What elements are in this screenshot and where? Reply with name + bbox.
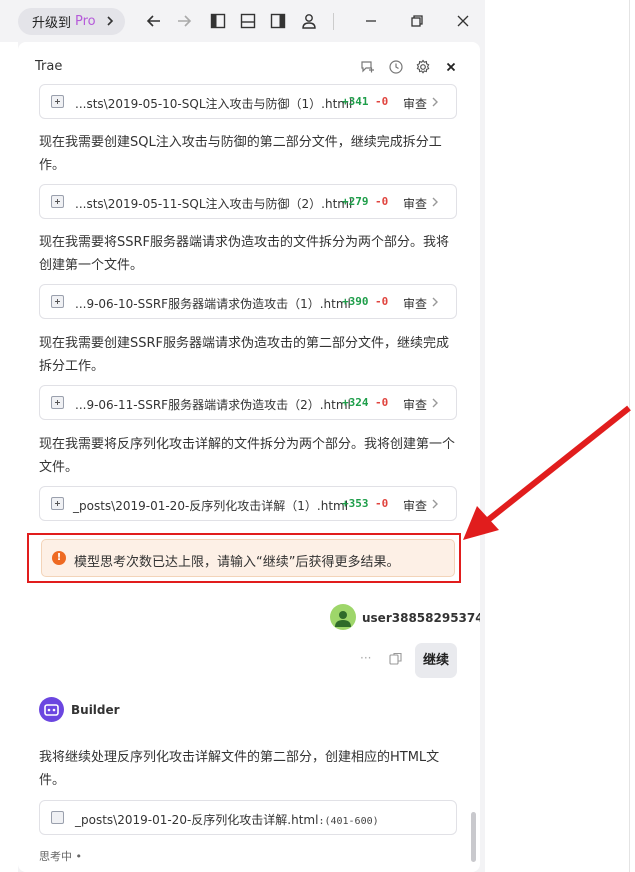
file-name: ...sts\2019-05-11-SQL注入攻击与防御（2）.html <box>75 197 353 211</box>
more-options-icon[interactable]: ··· <box>360 651 371 665</box>
history-icon[interactable] <box>388 59 404 75</box>
chevron-right-icon <box>432 197 438 207</box>
review-button[interactable]: 审查 <box>403 396 427 413</box>
lines-added: +341 <box>342 95 369 108</box>
review-button[interactable]: 审查 <box>403 95 427 112</box>
builder-name: Builder <box>71 703 120 717</box>
chevron-right-icon <box>432 97 438 107</box>
lines-added: +353 <box>342 497 369 510</box>
file-change-card[interactable]: ...sts\2019-05-10-SQL注入攻击与防御（1）.html +34… <box>39 84 457 119</box>
file-change-card[interactable]: _posts\2019-01-20-反序列化攻击详解（1）.html +353 … <box>39 486 457 521</box>
assistant-message: 现在我需要创建SSRF服务器端请求伪造攻击的第二部分文件，继续完成 拆分工作。 <box>39 332 459 378</box>
annotation-arrow <box>463 405 631 540</box>
account-icon[interactable] <box>300 12 318 30</box>
assistant-message: 现在我需要将SSRF服务器端请求伪造攻击的文件拆分为两个部分。我将 创建第一个文… <box>39 231 459 277</box>
lines-removed: -0 <box>375 295 389 308</box>
restore-icon[interactable] <box>408 12 426 30</box>
chat-panel: Trae ...sts\2019-05-10-SQL注入攻击与防御（1）.htm… <box>18 42 480 872</box>
file-name: _posts\2019-01-20-反序列化攻击详解（1）.html <box>73 499 349 513</box>
pro-label: Pro <box>75 14 96 29</box>
message-line: 件。 <box>39 773 66 788</box>
builder-avatar <box>39 697 64 722</box>
user-message-bubble: 继续 <box>415 643 457 678</box>
file-add-icon <box>51 195 64 208</box>
panel-header: Trae <box>18 42 480 88</box>
lines-added: +279 <box>342 195 369 208</box>
message-line: 作。 <box>39 158 66 173</box>
file-name: ...9-06-11-SSRF服务器端请求伪造攻击（2）.html <box>75 398 351 412</box>
lines-removed: -0 <box>375 195 389 208</box>
user-avatar <box>330 604 356 630</box>
message-line: 文件。 <box>39 460 79 475</box>
assistant-message: 我将继续处理反序列化攻击详解文件的第二部分，创建相应的HTML文 件。 <box>39 746 459 792</box>
message-line: 现在我需要创建SQL注入攻击与防御的第二部分文件，继续完成拆分工 <box>39 135 442 150</box>
message-line: 拆分工作。 <box>39 359 105 374</box>
back-arrow-icon[interactable] <box>145 12 163 30</box>
close-panel-icon[interactable] <box>443 59 459 75</box>
assistant-message: 现在我需要创建SQL注入攻击与防御的第二部分文件，继续完成拆分工 作。 <box>39 131 459 177</box>
read-file-path: _posts\2019-01-20-反序列化攻击详解.html <box>75 813 319 827</box>
annotation-highlight-box <box>27 533 461 583</box>
lines-removed: -0 <box>375 95 389 108</box>
file-change-card[interactable]: ...sts\2019-05-11-SQL注入攻击与防御（2）.html +27… <box>39 184 457 219</box>
upgrade-pro-button[interactable]: 升级到 Pro <box>18 8 125 35</box>
review-button[interactable]: 审查 <box>403 497 427 514</box>
file-name: ...9-06-10-SSRF服务器端请求伪造攻击（1）.html <box>75 297 351 311</box>
user-name: user38858295374 <box>362 611 480 625</box>
file-add-icon <box>51 497 64 510</box>
file-change-card[interactable]: ...9-06-11-SSRF服务器端请求伪造攻击（2）.html +324 -… <box>39 385 457 420</box>
message-line: 我将继续处理反序列化攻击详解文件的第二部分，创建相应的HTML文 <box>39 750 440 765</box>
chevron-right-icon <box>107 16 114 26</box>
upgrade-label: 升级到 <box>32 16 72 31</box>
toolbar-divider <box>333 13 334 30</box>
toggle-left-sidebar-icon[interactable] <box>209 12 227 30</box>
close-window-icon[interactable] <box>454 12 472 30</box>
file-change-card[interactable]: ...9-06-10-SSRF服务器端请求伪造攻击（1）.html +390 -… <box>39 284 457 319</box>
message-line: 创建第一个文件。 <box>39 258 144 273</box>
robot-icon <box>44 704 59 716</box>
file-add-icon <box>51 95 64 108</box>
minimize-icon[interactable] <box>362 12 380 30</box>
review-button[interactable]: 审查 <box>403 195 427 212</box>
lines-removed: -0 <box>375 396 389 409</box>
review-button[interactable]: 审查 <box>403 295 427 312</box>
scrollbar-thumb[interactable] <box>471 812 476 862</box>
lines-added: +390 <box>342 295 369 308</box>
panel-title: Trae <box>35 59 63 74</box>
lines-removed: -0 <box>375 497 389 510</box>
editor-edge <box>0 42 18 872</box>
toggle-bottom-panel-icon[interactable] <box>239 12 257 30</box>
search-file-icon <box>51 811 64 824</box>
toggle-right-sidebar-icon[interactable] <box>269 12 287 30</box>
chevron-right-icon <box>432 297 438 307</box>
lines-added: +324 <box>342 396 369 409</box>
file-add-icon <box>51 396 64 409</box>
thinking-status: 思考中 • <box>39 850 82 863</box>
message-line: 现在我需要创建SSRF服务器端请求伪造攻击的第二部分文件，继续完成 <box>39 336 450 351</box>
file-read-card[interactable]: _posts\2019-01-20-反序列化攻击详解.html:(401-600… <box>39 800 457 835</box>
forward-arrow-icon[interactable] <box>175 12 193 30</box>
read-file-name: _posts\2019-01-20-反序列化攻击详解.html:(401-600… <box>75 811 379 828</box>
message-line: 现在我需要将反序列化攻击详解的文件拆分为两个部分。我将创建第一个 <box>39 437 456 452</box>
avatar-person-icon <box>335 611 351 627</box>
new-chat-icon[interactable] <box>359 59 375 75</box>
read-file-range: :(401-600) <box>318 816 379 827</box>
file-name: ...sts\2019-05-10-SQL注入攻击与防御（1）.html <box>75 97 353 111</box>
file-add-icon <box>51 295 64 308</box>
chevron-right-icon <box>432 499 438 509</box>
title-bar: 升级到 Pro <box>0 0 485 42</box>
assistant-message: 现在我需要将反序列化攻击详解的文件拆分为两个部分。我将创建第一个 文件。 <box>39 433 459 479</box>
message-line: 现在我需要将SSRF服务器端请求伪造攻击的文件拆分为两个部分。我将 <box>39 235 450 250</box>
settings-gear-icon[interactable] <box>415 59 431 75</box>
chevron-right-icon <box>432 398 438 408</box>
retry-icon[interactable] <box>388 651 404 667</box>
